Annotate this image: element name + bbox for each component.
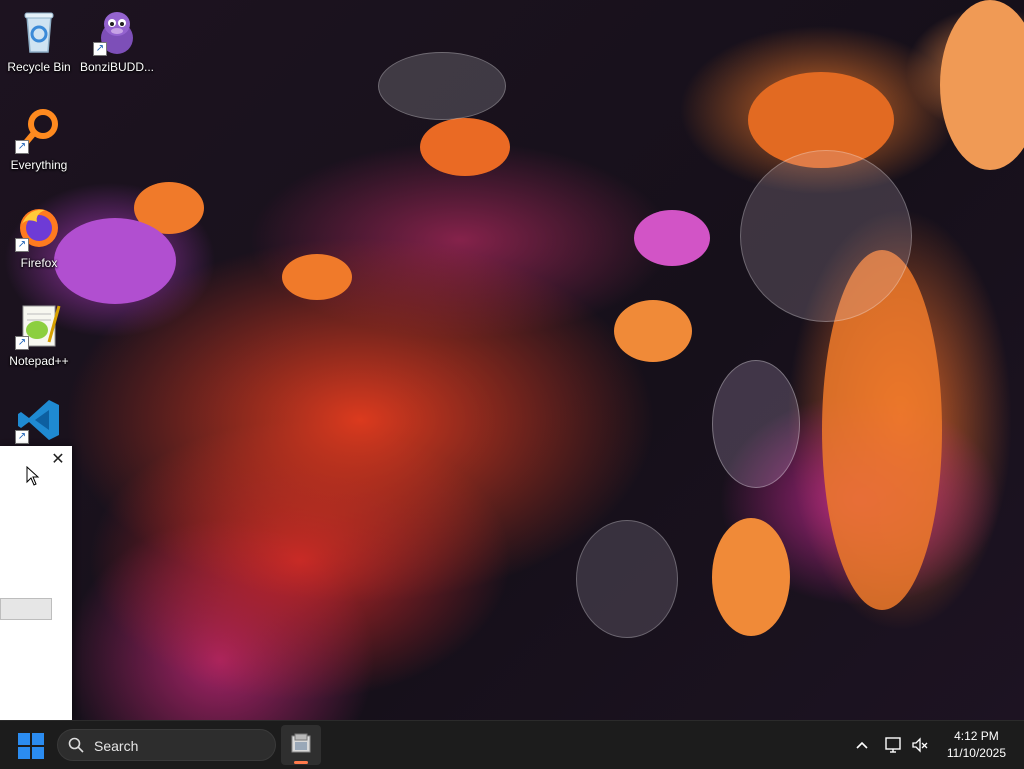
start-button[interactable] <box>18 733 44 759</box>
desktop-icon-vscode[interactable]: ↗ <box>0 396 78 448</box>
network-icon[interactable] <box>884 735 904 755</box>
search-icon <box>68 737 84 753</box>
search-placeholder: Search <box>94 738 139 754</box>
wallpaper-blob <box>712 518 790 636</box>
desktop-icon-notepad-plus-plus[interactable]: ↗ Notepad++ <box>0 302 78 368</box>
desktop-icon-label: BonziBUDD... <box>79 60 155 74</box>
shortcut-arrow-icon: ↗ <box>15 140 29 154</box>
dialog-window: ✕ <box>0 446 72 720</box>
everything-search-icon: ↗ <box>15 106 63 154</box>
shortcut-arrow-icon: ↗ <box>15 430 29 444</box>
desktop-icon-label: Recycle Bin <box>7 60 71 74</box>
wallpaper-blob <box>420 118 510 176</box>
wallpaper-blob <box>282 254 352 300</box>
dialog-text-field[interactable] <box>0 598 52 620</box>
active-app-indicator <box>294 761 308 764</box>
desktop-icon-firefox[interactable]: ↗ Firefox <box>0 204 78 270</box>
notepad-plus-plus-icon: ↗ <box>15 302 63 350</box>
wallpaper-bubble <box>576 520 678 638</box>
mouse-cursor-icon <box>26 466 40 486</box>
taskbar-app-button[interactable] <box>281 725 321 765</box>
close-button[interactable]: ✕ <box>50 452 66 468</box>
desktop-icon-label: Firefox <box>20 256 58 270</box>
bonzibuddy-icon: ↗ <box>93 8 141 56</box>
vscode-icon: ↗ <box>15 396 63 444</box>
wallpaper-bubble <box>712 360 800 488</box>
volume-muted-icon[interactable] <box>910 735 930 755</box>
wallpaper-bubble <box>378 52 506 120</box>
recycle-bin-icon <box>15 8 63 56</box>
clock-date: 11/10/2025 <box>946 746 1006 760</box>
installer-app-icon <box>291 733 311 753</box>
desktop-wallpaper <box>0 0 1024 720</box>
firefox-icon: ↗ <box>15 204 63 252</box>
clock-time: 4:12 PM <box>954 729 999 743</box>
shortcut-arrow-icon: ↗ <box>93 42 107 56</box>
desktop-icon-everything[interactable]: ↗ Everything <box>0 106 78 172</box>
desktop-icon-label: Notepad++ <box>9 354 69 368</box>
shortcut-arrow-icon: ↗ <box>15 238 29 252</box>
wallpaper-blob <box>634 210 710 266</box>
desktop-icon-label: Everything <box>10 158 68 172</box>
desktop-icon-recycle-bin[interactable]: Recycle Bin <box>0 8 78 74</box>
taskbar-search-box[interactable]: Search <box>57 729 276 761</box>
chevron-up-icon[interactable] <box>852 735 872 755</box>
wallpaper-bubble <box>740 150 912 322</box>
desktop-icon-bonzibuddy[interactable]: ↗ BonziBUDD... <box>78 8 156 74</box>
shortcut-arrow-icon: ↗ <box>15 336 29 350</box>
system-clock[interactable]: 4:12 PM 11/10/2025 <box>947 728 1006 762</box>
wallpaper-blob <box>614 300 692 362</box>
taskbar: Search 4:12 PM 11/10/2025 <box>0 720 1024 769</box>
wallpaper-blob <box>940 0 1024 170</box>
